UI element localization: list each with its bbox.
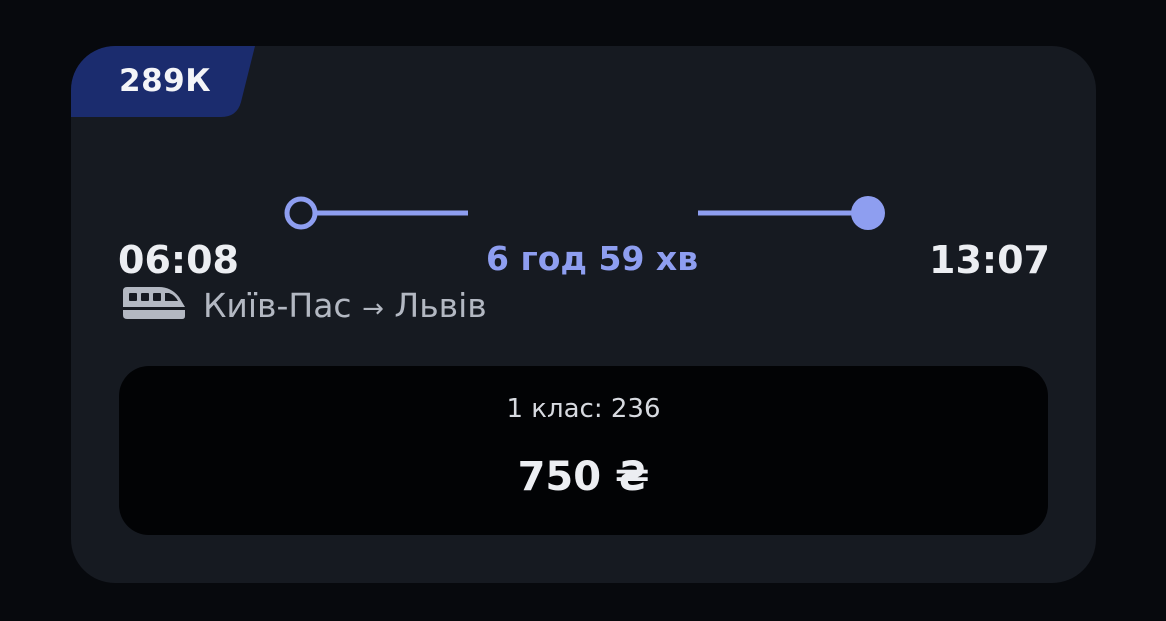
route-line [284,196,885,230]
route-arrow: → [362,294,384,324]
destination-dot [851,196,885,230]
travel-duration: 6 год 59 хв [486,239,699,278]
origin-dot [284,196,318,230]
train-icon [123,287,185,319]
ticket-price: 750 ₴ [517,454,650,500]
train-ticket-card[interactable]: 289К 06:08 6 год 59 хв 13:07 Київ-Пас → … [71,46,1096,583]
arrival-time: 13:07 [929,238,1050,282]
departure-time: 06:08 [118,238,239,282]
seat-class-option[interactable]: 1 клас: 236 750 ₴ [119,366,1048,535]
origin-station: Київ-Пас [203,286,352,325]
route-stations: Київ-Пас → Львів [203,286,487,325]
train-number-badge: 289К [71,46,255,117]
seat-class-label: 1 клас: 236 [506,394,661,424]
destination-station: Львів [394,286,487,325]
train-number: 289К [119,63,212,99]
